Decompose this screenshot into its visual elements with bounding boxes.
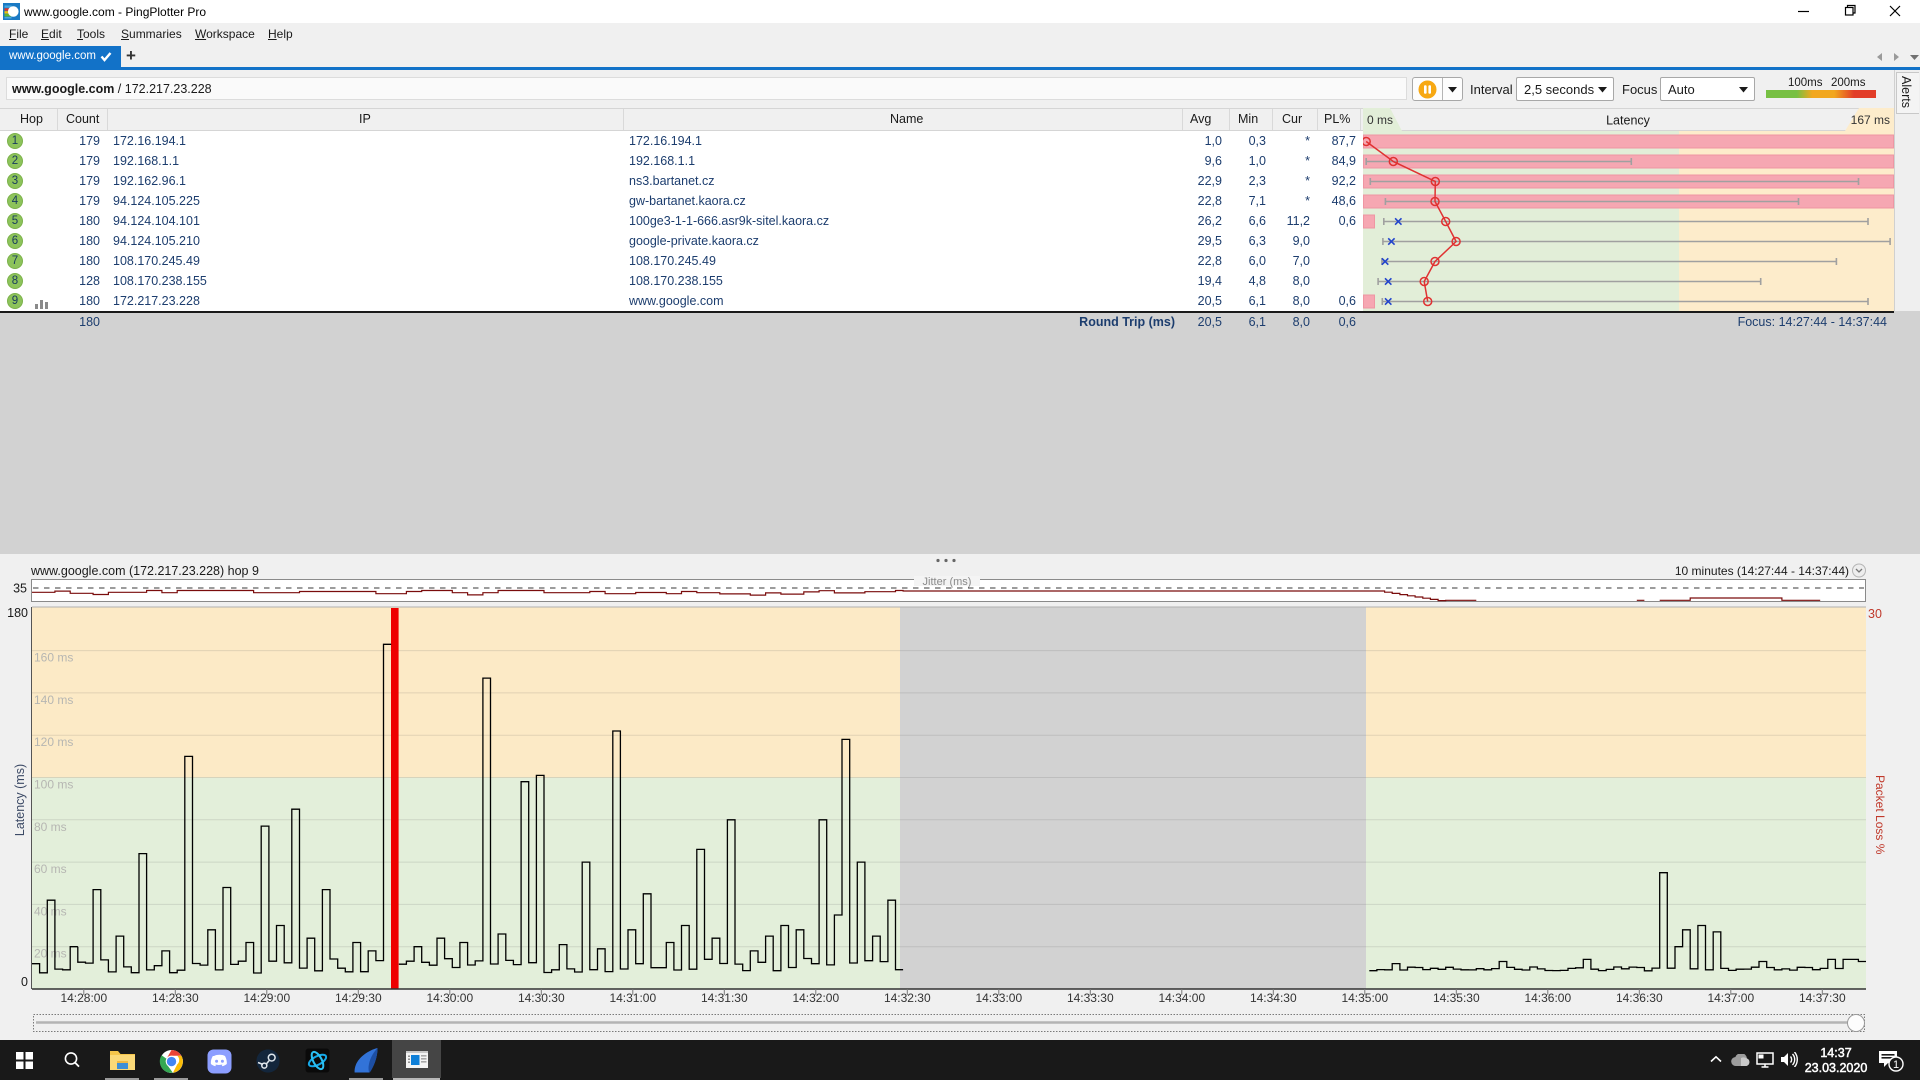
- svg-text:14:30:30: 14:30:30: [518, 991, 565, 1005]
- svg-text:Latency (ms): Latency (ms): [13, 764, 27, 836]
- svg-text:14:32:30: 14:32:30: [884, 991, 931, 1005]
- svg-text:30: 30: [1868, 607, 1882, 621]
- svg-text:Packet Loss %: Packet Loss %: [1873, 775, 1887, 855]
- svg-text:14:37: 14:37: [1820, 1046, 1851, 1060]
- svg-text:120 ms: 120 ms: [34, 735, 73, 749]
- svg-text:14:33:30: 14:33:30: [1067, 991, 1114, 1005]
- svg-text:14:28:00: 14:28:00: [60, 991, 107, 1005]
- svg-text:80 ms: 80 ms: [34, 820, 67, 834]
- svg-text:14:31:00: 14:31:00: [609, 991, 656, 1005]
- svg-text:140 ms: 140 ms: [34, 693, 73, 707]
- svg-text:14:35:00: 14:35:00: [1341, 991, 1388, 1005]
- svg-text:14:29:00: 14:29:00: [243, 991, 290, 1005]
- svg-text:100 ms: 100 ms: [34, 778, 73, 792]
- svg-text:www.google.com (172.217.23.228: www.google.com (172.217.23.228) hop 9: [30, 564, 259, 578]
- svg-text:160 ms: 160 ms: [34, 651, 73, 665]
- svg-text:14:28:30: 14:28:30: [152, 991, 199, 1005]
- svg-text:1: 1: [1893, 1059, 1899, 1071]
- svg-text:14:35:30: 14:35:30: [1433, 991, 1480, 1005]
- svg-text:Latency: Latency: [1606, 114, 1651, 128]
- svg-text:14:29:30: 14:29:30: [335, 991, 382, 1005]
- svg-text:23.03.2020: 23.03.2020: [1805, 1061, 1868, 1075]
- svg-text:14:34:30: 14:34:30: [1250, 991, 1297, 1005]
- svg-text:167 ms: 167 ms: [1851, 113, 1890, 127]
- svg-text:Jitter (ms): Jitter (ms): [923, 576, 972, 588]
- svg-text:14:36:30: 14:36:30: [1616, 991, 1663, 1005]
- svg-text:0: 0: [21, 975, 28, 989]
- svg-text:14:30:00: 14:30:00: [426, 991, 473, 1005]
- svg-text:14:37:30: 14:37:30: [1799, 991, 1846, 1005]
- svg-text:10 minutes (14:27:44 - 14:37:4: 10 minutes (14:27:44 - 14:37:44): [1675, 564, 1849, 578]
- svg-text:0 ms: 0 ms: [1367, 113, 1393, 127]
- svg-text:35: 35: [13, 582, 27, 596]
- svg-text:180: 180: [7, 606, 28, 620]
- svg-text:60 ms: 60 ms: [34, 862, 67, 876]
- svg-text:14:37:00: 14:37:00: [1707, 991, 1754, 1005]
- svg-text:20 ms: 20 ms: [34, 947, 67, 961]
- svg-text:14:33:00: 14:33:00: [975, 991, 1022, 1005]
- svg-text:14:34:00: 14:34:00: [1158, 991, 1205, 1005]
- svg-text:40 ms: 40 ms: [34, 904, 67, 918]
- svg-text:14:32:00: 14:32:00: [792, 991, 839, 1005]
- svg-text:14:36:00: 14:36:00: [1524, 991, 1571, 1005]
- svg-text:14:31:30: 14:31:30: [701, 991, 748, 1005]
